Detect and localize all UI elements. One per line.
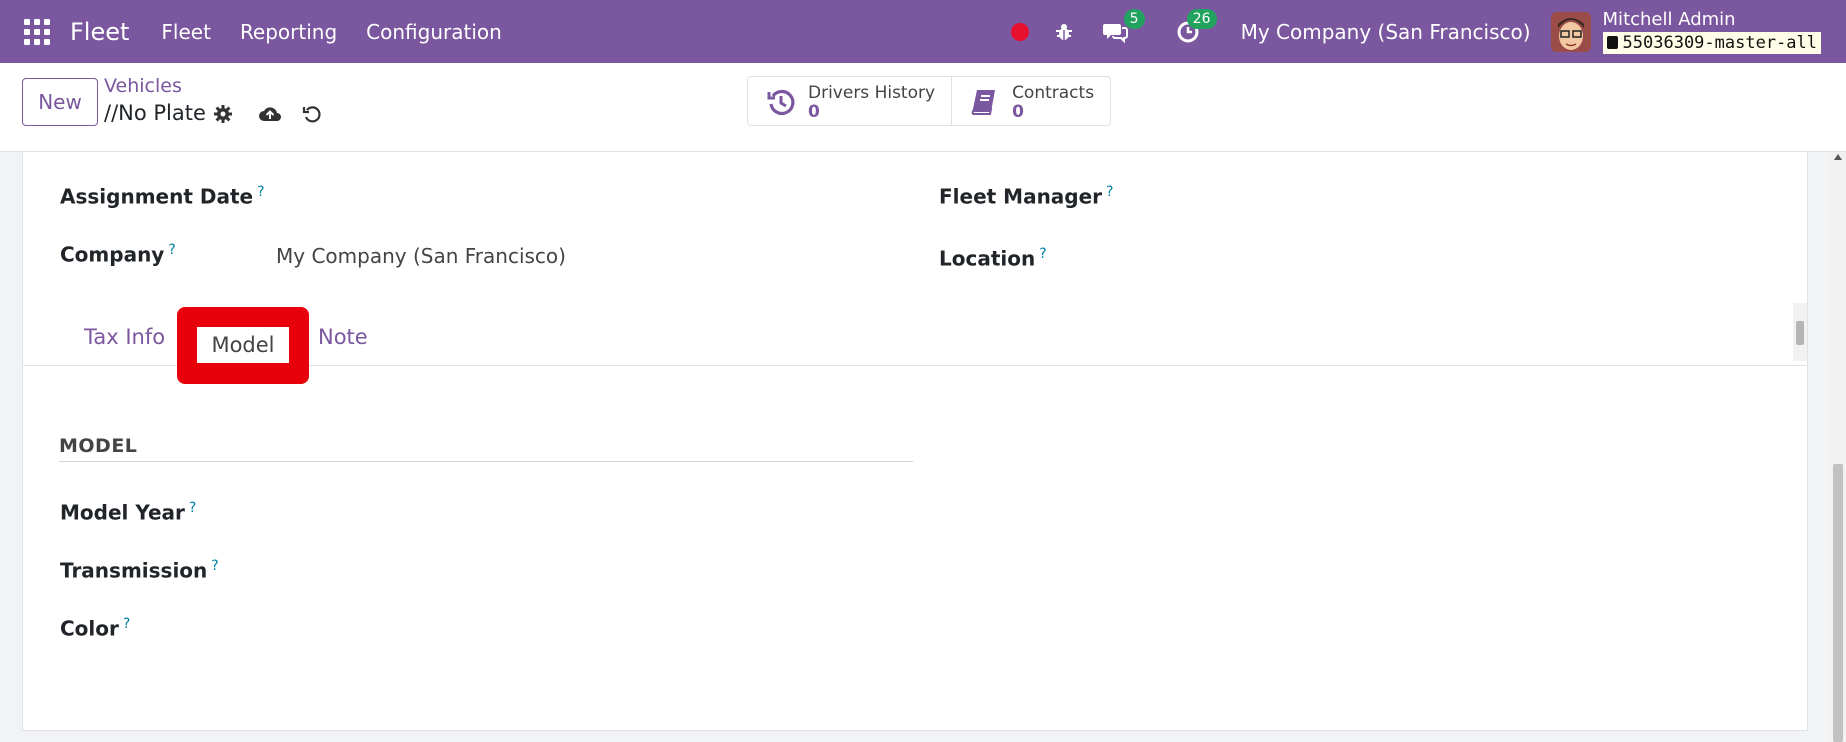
drivers-history-button[interactable]: Drivers History 0 — [748, 77, 951, 125]
smart-buttons: Drivers History 0 Contracts 0 — [747, 76, 1112, 126]
highlight-box: Model — [177, 307, 309, 384]
messages-icon[interactable]: 5 — [1101, 8, 1145, 47]
tab-note[interactable]: Note — [318, 325, 368, 349]
help-tooltip-icon[interactable]: ? — [168, 242, 175, 258]
messages-count-badge: 5 — [1123, 8, 1145, 29]
smart-value: 0 — [1012, 102, 1024, 122]
menu-configuration[interactable]: Configuration — [366, 20, 502, 44]
help-tooltip-icon[interactable]: ? — [257, 184, 264, 200]
company-field[interactable]: My Company (San Francisco) — [276, 244, 566, 268]
section-title-model: MODEL — [59, 435, 138, 457]
discard-undo-icon[interactable] — [298, 100, 326, 128]
record-name: //No Plate — [104, 101, 206, 125]
control-panel: New Vehicles //No Plate Drivers History … — [0, 63, 1846, 152]
top-navbar: Fleet Fleet Reporting Configuration 5 26… — [0, 0, 1846, 63]
smart-value: 0 — [808, 102, 820, 122]
user-name: Mitchell Admin — [1602, 8, 1736, 30]
database-name: 55036309-master-all — [1602, 31, 1821, 54]
smart-label: Drivers History — [808, 83, 936, 103]
model-year-text: Model Year — [60, 500, 185, 525]
section-divider — [59, 461, 913, 462]
tab-model[interactable]: Model — [197, 327, 289, 363]
activities-clock-icon[interactable]: 26 — [1173, 8, 1217, 47]
activities-count-badge: 26 — [1186, 8, 1217, 29]
contracts-button[interactable]: Contracts 0 — [951, 77, 1110, 125]
book-icon — [968, 85, 1002, 119]
location-label: Location? — [939, 246, 1047, 271]
history-icon — [764, 85, 798, 119]
page-scrollbar[interactable] — [1830, 152, 1846, 742]
smart-label: Contracts — [1012, 83, 1095, 103]
menu-reporting[interactable]: Reporting — [240, 20, 337, 44]
gear-icon[interactable] — [209, 100, 237, 128]
tab-tax-info[interactable]: Tax Info — [84, 325, 165, 349]
help-tooltip-icon[interactable]: ? — [1039, 246, 1046, 262]
app-brand[interactable]: Fleet — [70, 18, 129, 46]
scroll-thumb[interactable] — [1833, 464, 1843, 742]
scroll-up-arrow-icon[interactable] — [1834, 154, 1842, 160]
new-button[interactable]: New — [22, 78, 98, 126]
fleet-manager-label: Fleet Manager? — [939, 184, 1113, 209]
help-tooltip-icon[interactable]: ? — [189, 500, 196, 516]
assignment-date-text: Assignment Date — [60, 184, 254, 209]
breadcrumb-vehicles[interactable]: Vehicles — [104, 75, 182, 97]
model-year-label: Model Year? — [60, 500, 196, 525]
company-label: Company? — [60, 242, 176, 267]
company-switcher[interactable]: My Company (San Francisco) — [1241, 20, 1531, 44]
recording-dot-icon[interactable] — [1010, 22, 1029, 41]
save-cloud-icon[interactable] — [256, 100, 284, 128]
assignment-date-label: Assignment Date? — [60, 184, 265, 209]
navbar-left: Fleet Fleet Reporting Configuration — [0, 0, 531, 63]
transmission-text: Transmission — [60, 558, 208, 583]
navbar-right: 5 26 My Company (San Francisco) Mitchell… — [1010, 0, 1846, 63]
user-avatar[interactable] — [1550, 11, 1591, 52]
location-text: Location — [939, 246, 1036, 271]
company-text: Company — [60, 242, 165, 267]
color-label: Color? — [60, 616, 130, 641]
debug-bug-icon[interactable] — [1049, 17, 1079, 47]
help-tooltip-icon[interactable]: ? — [211, 558, 218, 574]
database-icon — [1606, 36, 1618, 49]
app-grid-icon[interactable] — [24, 18, 50, 45]
inner-scrollbar[interactable] — [1793, 303, 1807, 361]
user-menu[interactable]: Mitchell Admin 55036309-master-all — [1602, 8, 1821, 54]
fleet-manager-text: Fleet Manager — [939, 184, 1103, 209]
database-label: 55036309-master-all — [1622, 32, 1817, 53]
color-text: Color — [60, 616, 119, 641]
form-sheet: Assignment Date? Fleet Manager? Company?… — [22, 152, 1808, 731]
notebook-tabs: Tax Info Model Note — [23, 303, 1807, 384]
transmission-label: Transmission? — [60, 558, 219, 583]
help-tooltip-icon[interactable]: ? — [1106, 184, 1113, 200]
menu-fleet[interactable]: Fleet — [161, 20, 211, 44]
help-tooltip-icon[interactable]: ? — [123, 616, 130, 632]
